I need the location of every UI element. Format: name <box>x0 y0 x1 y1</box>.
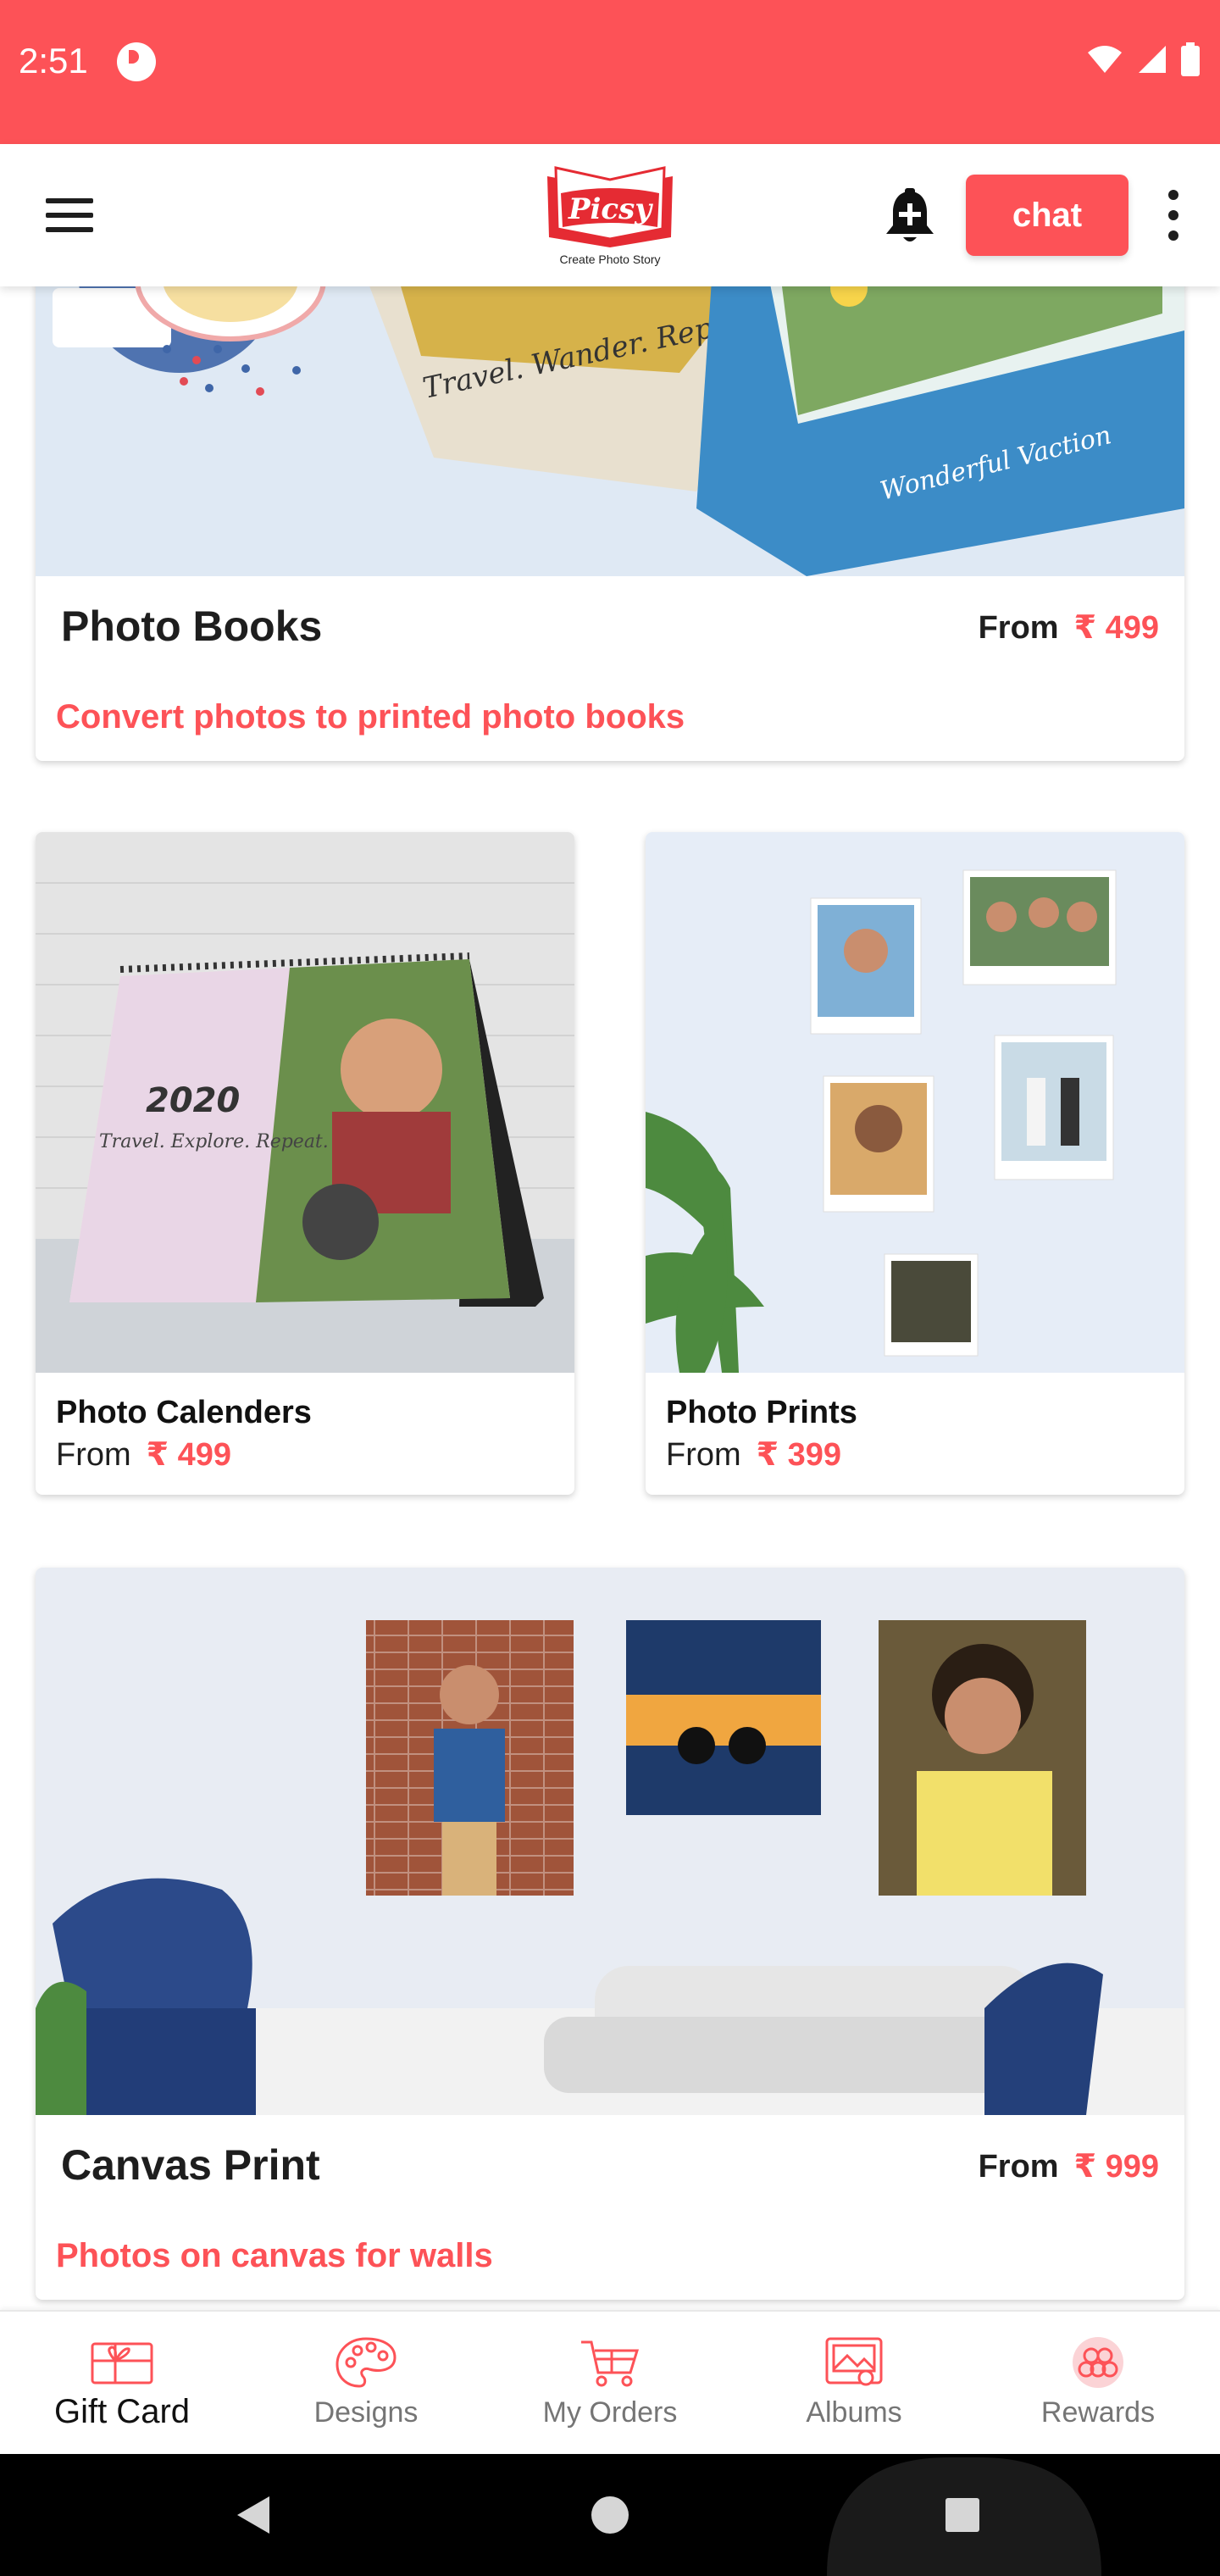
nav-gift-card[interactable]: Gift Card <box>0 2312 244 2456</box>
from-label: From <box>978 610 1059 646</box>
photo-prints-price: ₹ 399 <box>756 1437 842 1473</box>
canvas-print-card[interactable]: Canvas Print From ₹ 999 Photos on canvas … <box>36 1568 1184 2300</box>
palette-icon <box>336 2337 396 2388</box>
calendar-year-text: 2020 <box>146 1081 240 1120</box>
bell-plus-icon <box>886 188 934 242</box>
home-icon[interactable] <box>591 2496 629 2534</box>
app-toolbar: Picsy Create Photo Story chat <box>0 144 1220 286</box>
photo-books-card[interactable]: Travel. Wander. Repeat. Wonderful Vactio… <box>36 254 1184 761</box>
back-icon[interactable] <box>237 2496 269 2534</box>
photo-prints-title: Photo Prints <box>666 1395 857 1430</box>
picsy-logo[interactable]: Picsy Create Photo Story <box>535 159 685 271</box>
nav-my-orders[interactable]: My Orders <box>488 2312 732 2456</box>
photo-books-illustration: Travel. Wander. Repeat. Wonderful Vactio… <box>36 254 1184 576</box>
canvas-print-title: Canvas Print <box>61 2141 320 2189</box>
photo-books-subtitle: Convert photos to printed photo books <box>56 698 685 736</box>
photo-prints-card[interactable]: Photo Prints From ₹ 399 <box>646 832 1184 1495</box>
more-dot <box>1168 230 1178 241</box>
from-label: From <box>56 1437 131 1473</box>
bottom-navigation: Gift Card Designs My Orders Albums Rewar… <box>0 2310 1220 2454</box>
nav-label: Gift Card <box>53 2393 191 2430</box>
recents-icon[interactable] <box>946 2498 979 2532</box>
photo-calendars-price-row: From ₹ 499 <box>56 1435 231 1474</box>
photo-books-price: ₹ 499 <box>1073 610 1159 646</box>
canvas-print-illustration <box>36 1568 1184 2115</box>
photo-books-image: Travel. Wander. Repeat. Wonderful Vactio… <box>36 254 1184 576</box>
photo-calendars-image: 2020 Travel. Explore. Repeat. <box>36 832 574 1373</box>
logo-tagline: Create Photo Story <box>559 253 661 266</box>
canvas-print-subtitle: Photos on canvas for walls <box>56 2237 493 2274</box>
photo-calendars-card[interactable]: 2020 Travel. Explore. Repeat. Photo Cale… <box>36 832 574 1495</box>
status-icons <box>1086 42 1200 76</box>
calendar-tagline-text: Travel. Explore. Repeat. <box>99 1131 329 1152</box>
canvas-print-price: ₹ 999 <box>1073 2149 1159 2185</box>
signal-icon <box>1139 46 1166 73</box>
cart-icon <box>581 2340 640 2387</box>
menu-icon-line <box>46 198 93 203</box>
nav-designs[interactable]: Designs <box>244 2312 488 2456</box>
more-options-button[interactable] <box>1161 190 1186 241</box>
photo-prints-image <box>646 832 1184 1373</box>
menu-icon-line <box>46 213 93 218</box>
photo-prints-price-row: From ₹ 399 <box>666 1435 841 1474</box>
album-icon <box>825 2337 883 2386</box>
canvas-print-price-row: From ₹ 999 <box>979 2147 1159 2185</box>
app-notification-icon <box>117 42 156 81</box>
from-label: From <box>978 2149 1059 2185</box>
photo-calendars-title: Photo Calenders <box>56 1395 312 1430</box>
menu-button[interactable] <box>44 193 95 237</box>
more-dot <box>1168 190 1178 200</box>
nav-label: Albums <box>806 2396 902 2429</box>
logo-book-icon: Picsy <box>547 166 673 247</box>
status-time: 2:51 <box>19 41 88 80</box>
nav-label: Designs <box>313 2396 419 2429</box>
nav-label: My Orders <box>542 2396 678 2429</box>
logo-text: Picsy <box>568 192 653 226</box>
canvas-print-image <box>36 1568 1184 2115</box>
system-navigation-bar <box>0 2454 1220 2576</box>
calendar-illustration: 2020 Travel. Explore. Repeat. <box>36 832 574 1373</box>
nav-rewards[interactable]: Rewards <box>976 2312 1220 2456</box>
rewards-icon <box>1073 2337 1123 2388</box>
photo-books-price-row: From ₹ 499 <box>979 608 1159 647</box>
more-dot <box>1168 210 1178 220</box>
photo-calendars-price: ₹ 499 <box>146 1437 232 1473</box>
photo-prints-illustration <box>646 832 1184 1373</box>
wifi-icon <box>1088 46 1122 73</box>
nav-albums[interactable]: Albums <box>732 2312 976 2456</box>
chat-button[interactable]: chat <box>966 175 1128 256</box>
menu-icon-line <box>46 227 93 232</box>
gift-card-icon <box>91 2342 153 2384</box>
photo-books-title: Photo Books <box>61 602 323 650</box>
battery-icon <box>1181 42 1200 76</box>
nav-label: Rewards <box>1040 2396 1156 2429</box>
notification-button[interactable] <box>881 186 939 247</box>
system-nav-buttons <box>237 2457 1101 2576</box>
from-label: From <box>666 1437 741 1473</box>
status-bar: 2:51 <box>0 0 1220 144</box>
